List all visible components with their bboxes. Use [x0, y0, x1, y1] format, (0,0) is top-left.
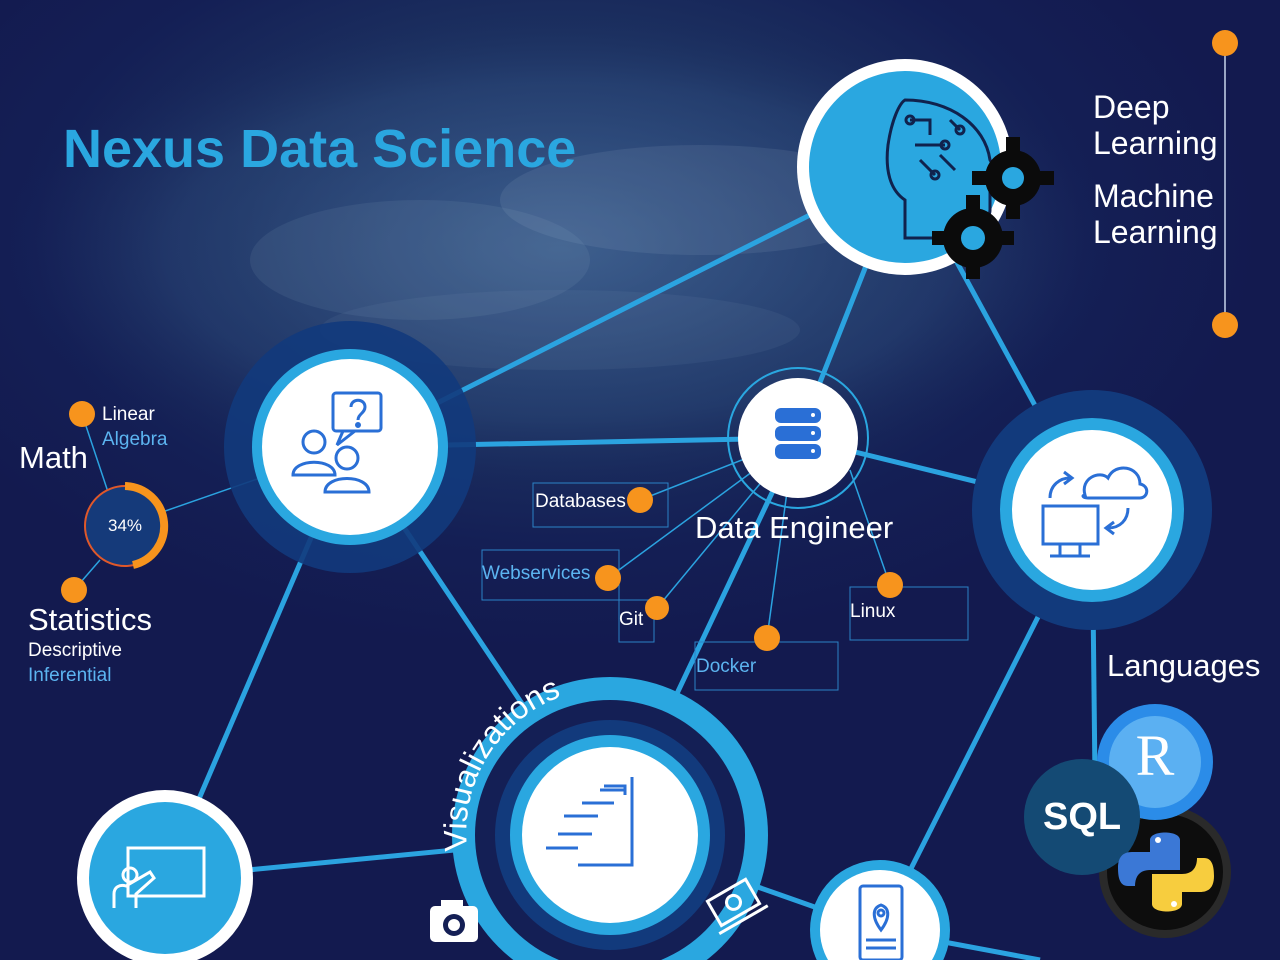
svg-text:Visualizations: Visualizations: [437, 669, 564, 852]
visualizations-label-svg: Visualizations: [437, 669, 564, 852]
visualizations-label: Visualizations: [437, 669, 564, 852]
